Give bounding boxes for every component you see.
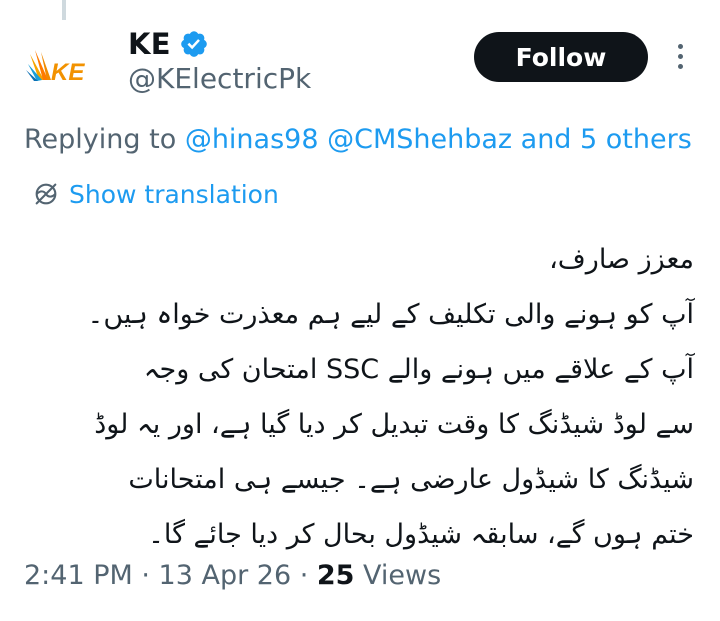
more-dot xyxy=(677,53,683,59)
avatar[interactable]: KE xyxy=(22,26,102,106)
thread-connector-line xyxy=(62,0,66,20)
replying-to: Replying to @hinas98 @CMShehbaz and 5 ot… xyxy=(24,124,692,155)
views-count: 25 xyxy=(316,560,355,591)
display-name[interactable]: KE xyxy=(128,27,171,61)
more-dot xyxy=(677,63,683,69)
tweet-text: معزز صارف، آپ کو ہونے والی تکلیف کے لیے … xyxy=(14,232,694,562)
show-translation-label: Show translation xyxy=(69,179,279,209)
tweet-line: آپ کے علاقے میں ہونے والے SSC امتحان کی … xyxy=(143,354,694,385)
meta-separator: · xyxy=(132,560,159,591)
more-dot xyxy=(677,43,683,49)
tweet-line: آپ کو ہونے والی تکلیف کے لیے ہم معذرت خو… xyxy=(87,299,694,330)
tweet-line: شیڈنگ کا شیڈول عارضی ہے۔ جیسے ہی امتحانا… xyxy=(128,464,694,495)
tweet-date[interactable]: 13 Apr 26 xyxy=(159,560,292,591)
svg-text:KE: KE xyxy=(51,59,85,86)
tweet-line: معزز صارف، xyxy=(549,244,694,275)
show-translation-button[interactable]: Show translation xyxy=(32,177,279,211)
author-handle[interactable]: @KElectricPk xyxy=(128,62,311,95)
views-label: Views xyxy=(354,560,442,591)
tweet-line: سے لوڈ شیڈنگ کا وقت تبدیل کر دیا گیا ہے،… xyxy=(94,409,694,440)
author-info: KE @KElectricPk xyxy=(128,26,311,95)
tweet-line: ختم ہوں گے، سابقہ شیڈول بحال کر دیا جائے… xyxy=(148,519,694,550)
tweet-meta: 2:41 PM · 13 Apr 26 · 25 Views xyxy=(24,560,441,591)
meta-separator: · xyxy=(291,560,317,591)
ke-logo-icon: KE xyxy=(26,50,85,86)
replying-mentions[interactable]: @hinas98 @CMShehbaz and 5 others xyxy=(185,124,692,155)
tweet-time[interactable]: 2:41 PM xyxy=(24,560,133,591)
follow-button[interactable]: Follow xyxy=(474,32,648,82)
translate-icon xyxy=(35,183,57,205)
replying-prefix: Replying to xyxy=(24,124,177,155)
author-name-row: KE xyxy=(128,26,311,62)
more-options-icon[interactable] xyxy=(664,34,696,78)
verified-badge-icon[interactable] xyxy=(179,29,209,59)
